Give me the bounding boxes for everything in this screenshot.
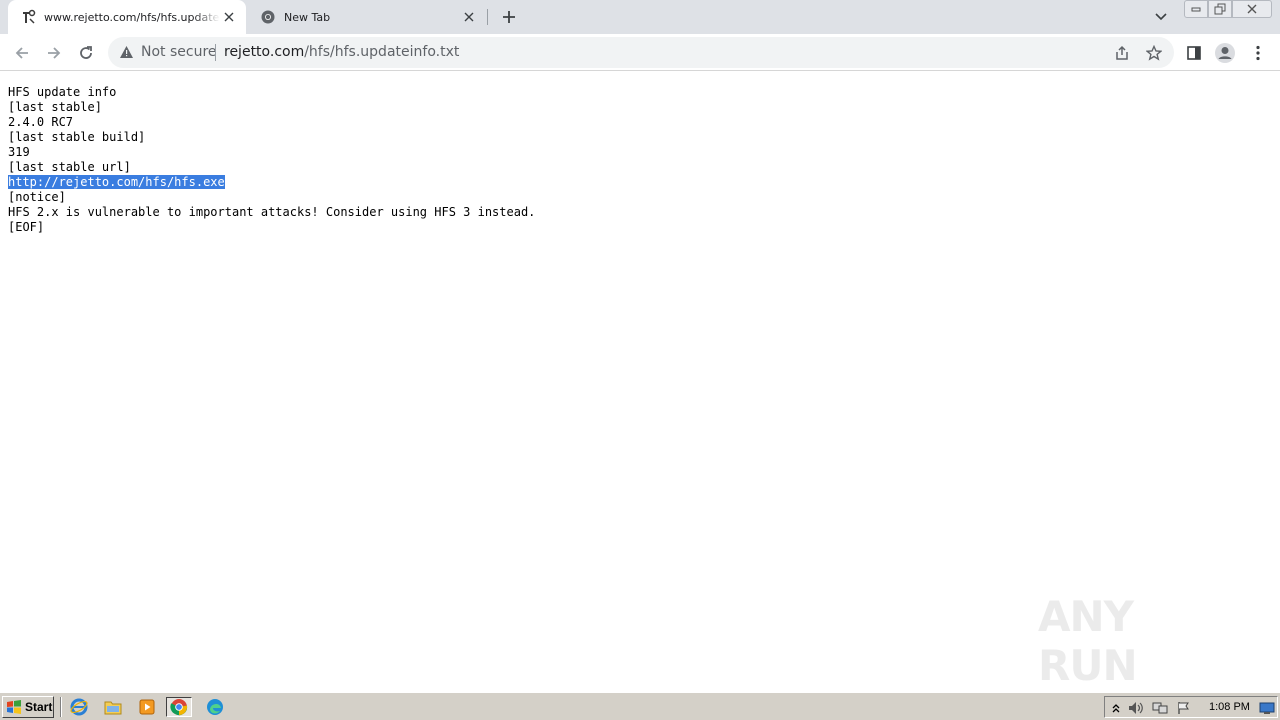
tab-new-tab[interactable]: New Tab — [248, 0, 486, 34]
kebab-menu-icon — [1256, 45, 1260, 61]
tab-separator — [487, 9, 488, 25]
minimize-icon — [1191, 7, 1201, 12]
profile-button[interactable] — [1213, 41, 1237, 65]
chrome-taskbar-button[interactable] — [166, 697, 192, 717]
text-line: 2.4.0 RC7 — [8, 115, 74, 129]
minimize-button[interactable] — [1184, 0, 1208, 18]
text-line: HFS update info — [8, 85, 117, 99]
side-panel-button[interactable] — [1182, 41, 1206, 65]
text-line: [EOF] — [8, 220, 45, 234]
chrome-icon — [260, 9, 276, 25]
taskbar: Start 1:08 PM — [0, 692, 1280, 720]
network-icon[interactable] — [1152, 700, 1168, 716]
text-line: [notice] — [8, 190, 66, 204]
chevron-up-icon — [1112, 704, 1120, 713]
bookmark-star-icon[interactable] — [1144, 43, 1164, 63]
system-tray: 1:08 PM — [1104, 696, 1278, 718]
media-player-icon[interactable] — [136, 697, 158, 717]
close-tab-icon[interactable] — [460, 8, 478, 26]
new-tab-button[interactable] — [498, 6, 520, 28]
tab-title: www.rejetto.com/hfs/hfs.updateinfo.txt — [44, 10, 220, 24]
edge-icon[interactable] — [204, 697, 226, 717]
restore-icon — [1214, 3, 1226, 15]
text-line: [last stable url] — [8, 160, 131, 174]
security-status-label[interactable]: Not secure — [141, 44, 217, 61]
back-arrow-icon — [15, 47, 28, 59]
text-line: HFS 2.x is vulnerable to important attac… — [8, 205, 536, 219]
share-icon[interactable] — [1112, 43, 1132, 63]
forward-button[interactable] — [42, 41, 66, 65]
chrome-icon — [170, 699, 188, 716]
show-desktop-icon[interactable] — [1259, 700, 1275, 716]
anyrun-watermark: ANY RUN — [1038, 592, 1238, 690]
action-center-flag-icon[interactable] — [1176, 700, 1192, 716]
omnibox-divider — [215, 44, 216, 61]
url-host: rejetto.com — [224, 44, 305, 60]
url-path: /hfs/hfs.updateinfo.txt — [304, 44, 460, 60]
folder-icon[interactable] — [102, 697, 124, 717]
show-hidden-icons-button[interactable] — [1108, 700, 1124, 716]
tab-title: New Tab — [284, 10, 331, 24]
warning-icon[interactable] — [118, 44, 134, 60]
restore-button[interactable] — [1208, 0, 1232, 18]
text-line: 319 — [8, 145, 30, 159]
tab-search-button[interactable] — [1152, 8, 1170, 26]
plus-icon — [503, 11, 515, 23]
tab-active[interactable]: www.rejetto.com/hfs/hfs.updateinfo.txt — [8, 0, 246, 34]
profile-avatar-icon — [1215, 43, 1235, 63]
selected-url-text[interactable]: http://rejetto.com/hfs/hfs.exe — [8, 175, 225, 189]
watermark-text: ANY RUN — [1038, 592, 1138, 690]
menu-button[interactable] — [1246, 41, 1270, 65]
back-button[interactable] — [10, 41, 34, 65]
chevron-down-icon — [1155, 13, 1167, 21]
close-window-button[interactable] — [1232, 0, 1272, 18]
reload-button[interactable] — [74, 41, 98, 65]
volume-icon[interactable] — [1128, 700, 1144, 716]
close-icon — [1247, 4, 1257, 14]
address-bar[interactable]: Not secure rejetto.com/hfs/hfs.updateinf… — [108, 37, 1174, 68]
reload-icon — [80, 46, 92, 59]
plain-text-document: HFS update info [last stable] 2.4.0 RC7 … — [8, 85, 535, 235]
side-panel-icon — [1187, 46, 1201, 60]
rejetto-favicon-icon — [20, 9, 36, 25]
text-line: [last stable] — [8, 100, 102, 114]
close-tab-icon[interactable] — [220, 8, 238, 26]
clock[interactable]: 1:08 PM — [1209, 700, 1250, 715]
start-label: Start — [25, 700, 53, 714]
internet-explorer-icon[interactable] — [68, 697, 90, 717]
forward-arrow-icon — [48, 47, 61, 59]
taskbar-separator — [60, 697, 62, 717]
url-text[interactable]: rejetto.com/hfs/hfs.updateinfo.txt — [224, 44, 459, 61]
tab-strip: www.rejetto.com/hfs/hfs.updateinfo.txt N… — [0, 0, 1280, 34]
start-button[interactable]: Start — [2, 696, 54, 718]
text-line: [last stable build] — [8, 130, 146, 144]
browser-toolbar: Not secure rejetto.com/hfs/hfs.updateinf… — [0, 34, 1280, 71]
windows-logo-icon — [6, 700, 22, 714]
page-content: HFS update info [last stable] 2.4.0 RC7 … — [0, 72, 1280, 692]
